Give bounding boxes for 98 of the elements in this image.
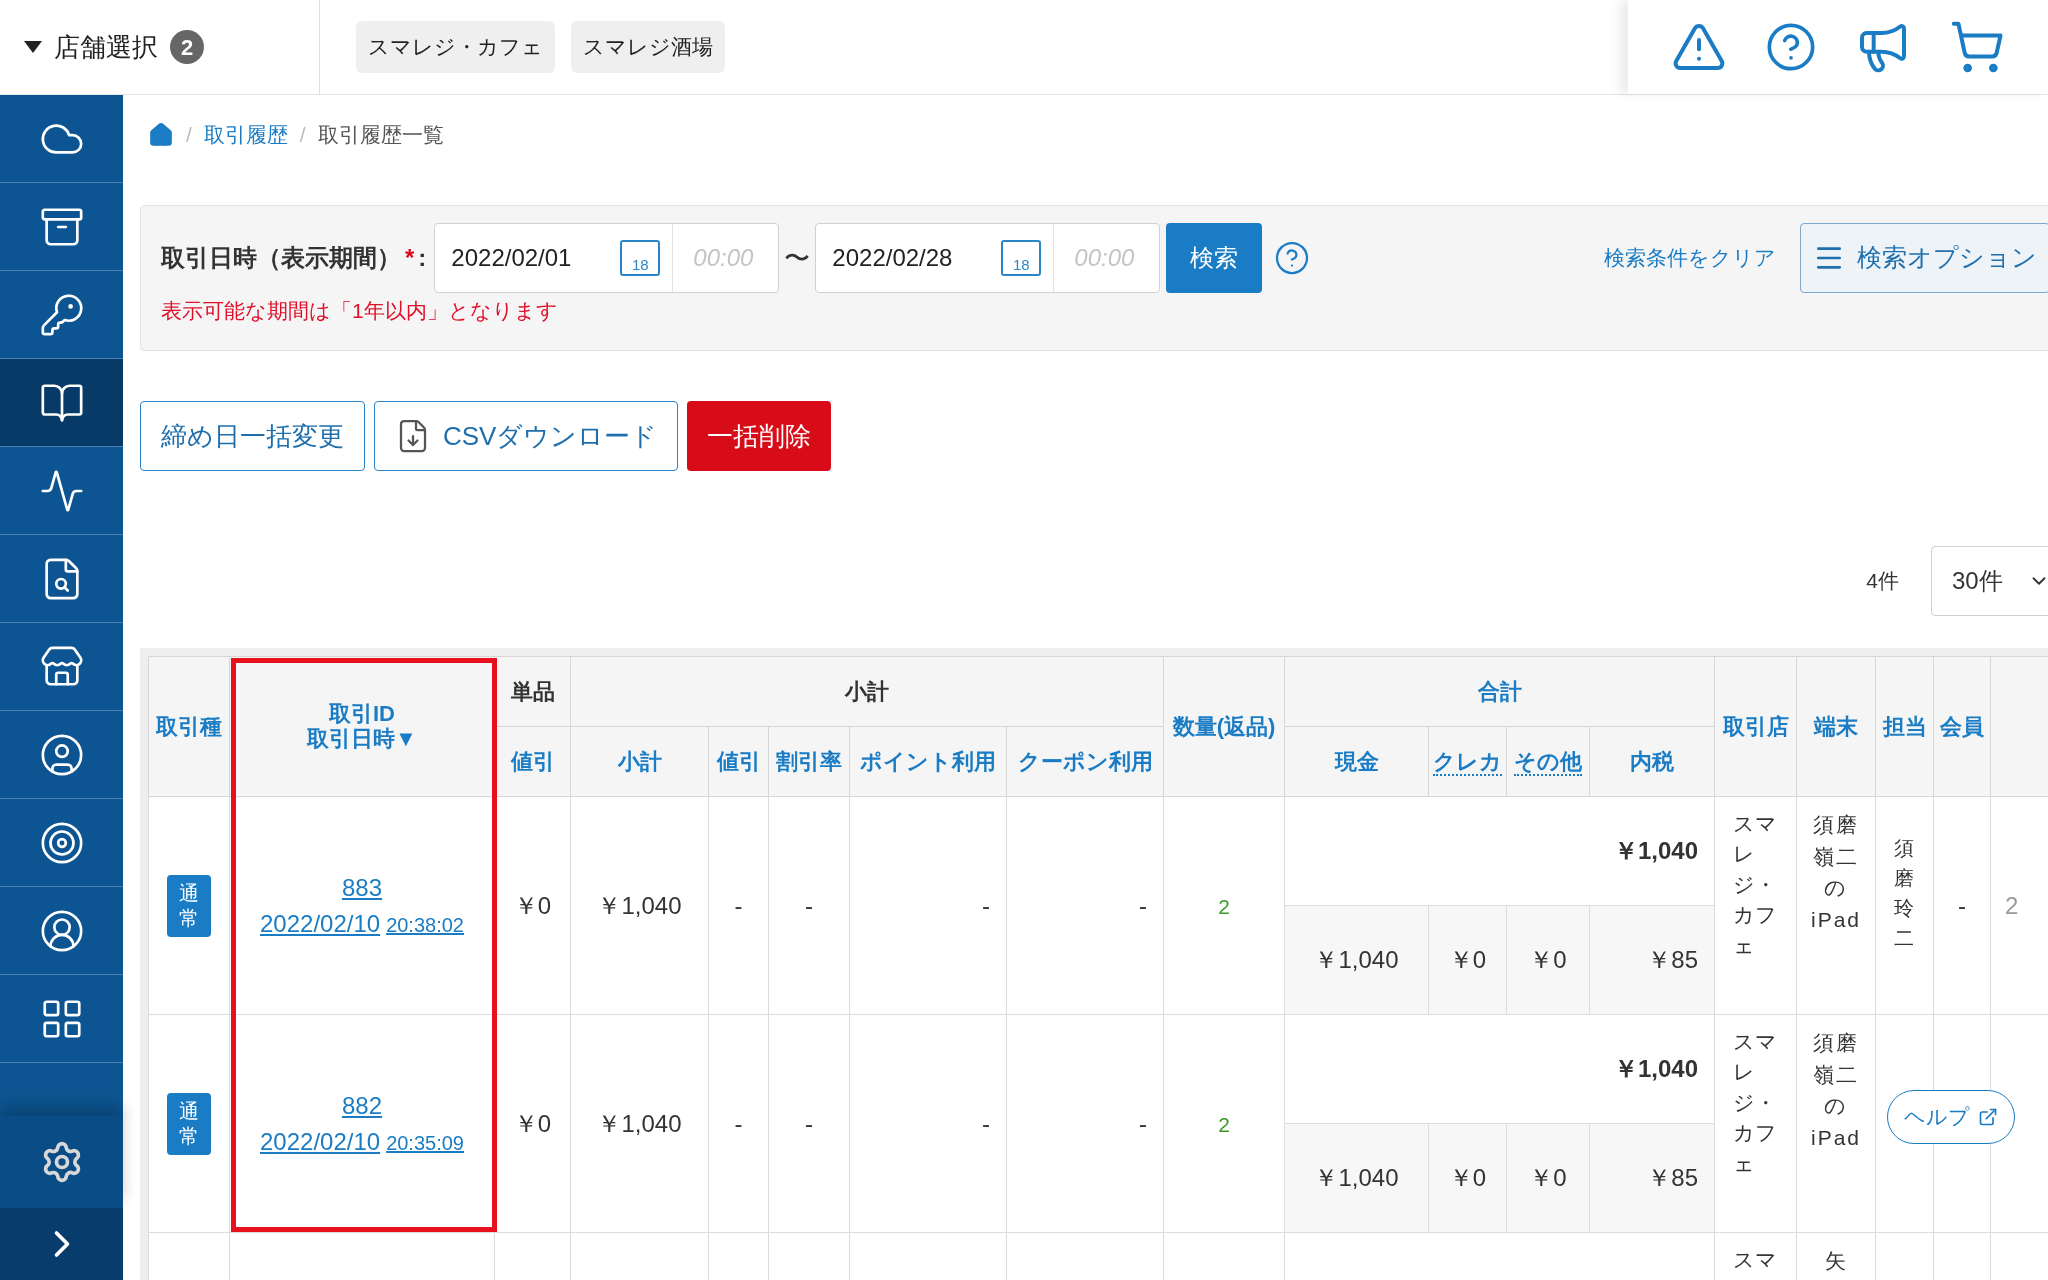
table-cell: - <box>982 1109 990 1137</box>
quantity-value: 2 <box>1218 894 1230 918</box>
header-cell[interactable]: 値引 <box>708 726 769 797</box>
header-cell[interactable]: 数量(返品) <box>1163 656 1285 797</box>
table-cell: - <box>1139 1109 1147 1137</box>
staff-name: 須磨玲二 <box>1893 836 1915 951</box>
period-note: 表示可能な期間は「1年以内」となります <box>161 298 559 324</box>
table-cell: ￥0 <box>1529 946 1567 973</box>
store-selector-label[interactable]: 店舗選択 <box>54 27 158 67</box>
header-cell[interactable]: 取引店 <box>1714 656 1797 797</box>
clear-conditions-link[interactable]: 検索条件をクリア <box>1604 242 1776 274</box>
search-button[interactable]: 検索 <box>1166 223 1263 293</box>
table-cell: - <box>1958 891 1966 919</box>
calendar-icon[interactable]: 18 <box>620 240 661 276</box>
terminal-name: 須磨嶺二のiPad <box>1811 1030 1862 1151</box>
bulk-delete-button[interactable]: 一括削除 <box>687 401 832 471</box>
start-date-field[interactable]: 2022/02/01 18 00:00 <box>434 223 780 293</box>
table-cell: ￥0 <box>1529 1164 1567 1191</box>
cart-icon[interactable] <box>1949 19 2005 75</box>
home-icon[interactable] <box>148 122 174 148</box>
header-cell: 単品 <box>494 656 571 727</box>
table-cell: - <box>1139 891 1147 919</box>
header-cell[interactable]: クレカ <box>1428 726 1507 797</box>
total-amount: ￥1,040 <box>1613 837 1698 864</box>
header-cell: 小計 <box>570 656 1164 727</box>
transaction-date-link[interactable]: 2022/02/10 <box>260 905 381 942</box>
store-name: スマレジ・カフェ <box>1732 1029 1778 1177</box>
table-cell: ￥0 <box>1448 946 1487 973</box>
dropdown-caret-icon[interactable] <box>24 41 42 53</box>
result-count: 4件 <box>1866 568 1899 595</box>
bulk-change-button[interactable]: 締め日一括変更 <box>140 401 365 471</box>
table-cell: ￥1,040 <box>1314 946 1399 973</box>
transaction-date-link[interactable]: 2022/02/10 <box>260 1123 381 1160</box>
table-cell: - <box>982 891 990 919</box>
quantity-value: 2 <box>1218 1112 1230 1136</box>
store-count: 2 <box>170 30 204 64</box>
range-separator: 〜 <box>784 241 811 275</box>
header-cell[interactable]: 小計 <box>570 726 709 797</box>
csv-download-button[interactable]: CSVダウンロード <box>374 401 679 471</box>
breadcrumb-current: 取引履歴一覧 <box>317 122 444 149</box>
table-cell: ￥0 <box>513 891 552 919</box>
search-options-button[interactable]: 検索オプション <box>1800 223 2048 293</box>
search-label: 取引日時（表示期間） <box>161 243 401 273</box>
help-icon[interactable] <box>1274 240 1311 276</box>
breadcrumb-separator: / <box>186 122 192 149</box>
label-colon: : <box>418 243 427 273</box>
table-cell: ￥0 <box>513 1109 552 1137</box>
key-icon <box>38 291 85 338</box>
table-cell: - <box>734 1109 743 1137</box>
transaction-time-link[interactable]: 20:35:09 <box>386 1127 464 1158</box>
table-cell: 2 <box>2005 891 2019 919</box>
store-tag[interactable]: スマレジ・カフェ <box>356 21 555 73</box>
breadcrumb-link[interactable]: 取引履歴 <box>203 119 288 151</box>
store-name: スマレジ・カフェ <box>1732 811 1778 959</box>
settings-item[interactable] <box>0 1116 123 1208</box>
table-cell: - <box>734 891 743 919</box>
transaction-time-link[interactable]: 20:38:02 <box>386 909 464 940</box>
header-cell[interactable]: 取引種 <box>148 656 230 797</box>
header-cell[interactable]: 割引率 <box>768 726 850 797</box>
header-cell[interactable]: 値引 <box>494 726 571 797</box>
header-cell[interactable]: 取引ID 取引日時▼ <box>229 656 495 797</box>
store-name: スマ <box>1732 1247 1778 1273</box>
table-cell: ￥0 <box>1448 1164 1487 1191</box>
header-cell[interactable]: ポイント利用 <box>849 726 1007 797</box>
table-cell: ￥85 <box>1647 1164 1698 1191</box>
transaction-id-link[interactable]: 883 <box>341 869 382 906</box>
table-cell: ￥1,040 <box>597 891 682 919</box>
per-page-select[interactable]: 30件 <box>1931 546 2048 616</box>
table-cell: ￥1,040 <box>1314 1164 1399 1191</box>
table-cell: - <box>805 891 813 919</box>
header-cell[interactable]: 現金 <box>1284 726 1429 797</box>
calendar-icon[interactable]: 18 <box>1001 240 1042 276</box>
row-type-tag: 通常 <box>167 874 211 937</box>
table-cell: ￥1,040 <box>597 1109 682 1137</box>
store-tag[interactable]: スマレジ酒場 <box>571 21 725 73</box>
time-field[interactable]: 00:00 <box>1074 240 1155 276</box>
time-field[interactable]: 00:00 <box>693 240 774 276</box>
table-cell: ￥85 <box>1647 946 1698 973</box>
help-icon[interactable] <box>1765 21 1817 73</box>
header-cell[interactable]: 内税 <box>1589 726 1715 797</box>
help-button[interactable]: ヘルプ <box>1887 1090 2015 1144</box>
sidebar-item[interactable] <box>0 359 123 447</box>
end-date-field[interactable]: 2022/02/28 18 00:00 <box>815 223 1161 293</box>
terminal-name: 須磨嶺二のiPad <box>1811 812 1862 933</box>
header-cell[interactable]: クーポン利用 <box>1006 726 1164 797</box>
header-cell[interactable]: 合計 <box>1284 656 1715 727</box>
terminal-name: 矢 <box>1824 1248 1848 1274</box>
header-cell[interactable]: 担当 <box>1875 656 1934 797</box>
header-cell[interactable]: 会員 <box>1933 656 1991 797</box>
header-cell[interactable]: 端末 <box>1796 656 1876 797</box>
external-link-icon <box>1978 1107 1998 1127</box>
row-type-tag: 通常 <box>167 1092 211 1155</box>
table-cell: - <box>805 1109 813 1137</box>
breadcrumb-separator: / <box>299 122 306 149</box>
required-mark: * <box>405 243 415 273</box>
transaction-id-link[interactable]: 882 <box>341 1087 382 1124</box>
total-amount: ￥1,040 <box>1613 1055 1698 1082</box>
header-cell[interactable]: その他 <box>1506 726 1590 797</box>
